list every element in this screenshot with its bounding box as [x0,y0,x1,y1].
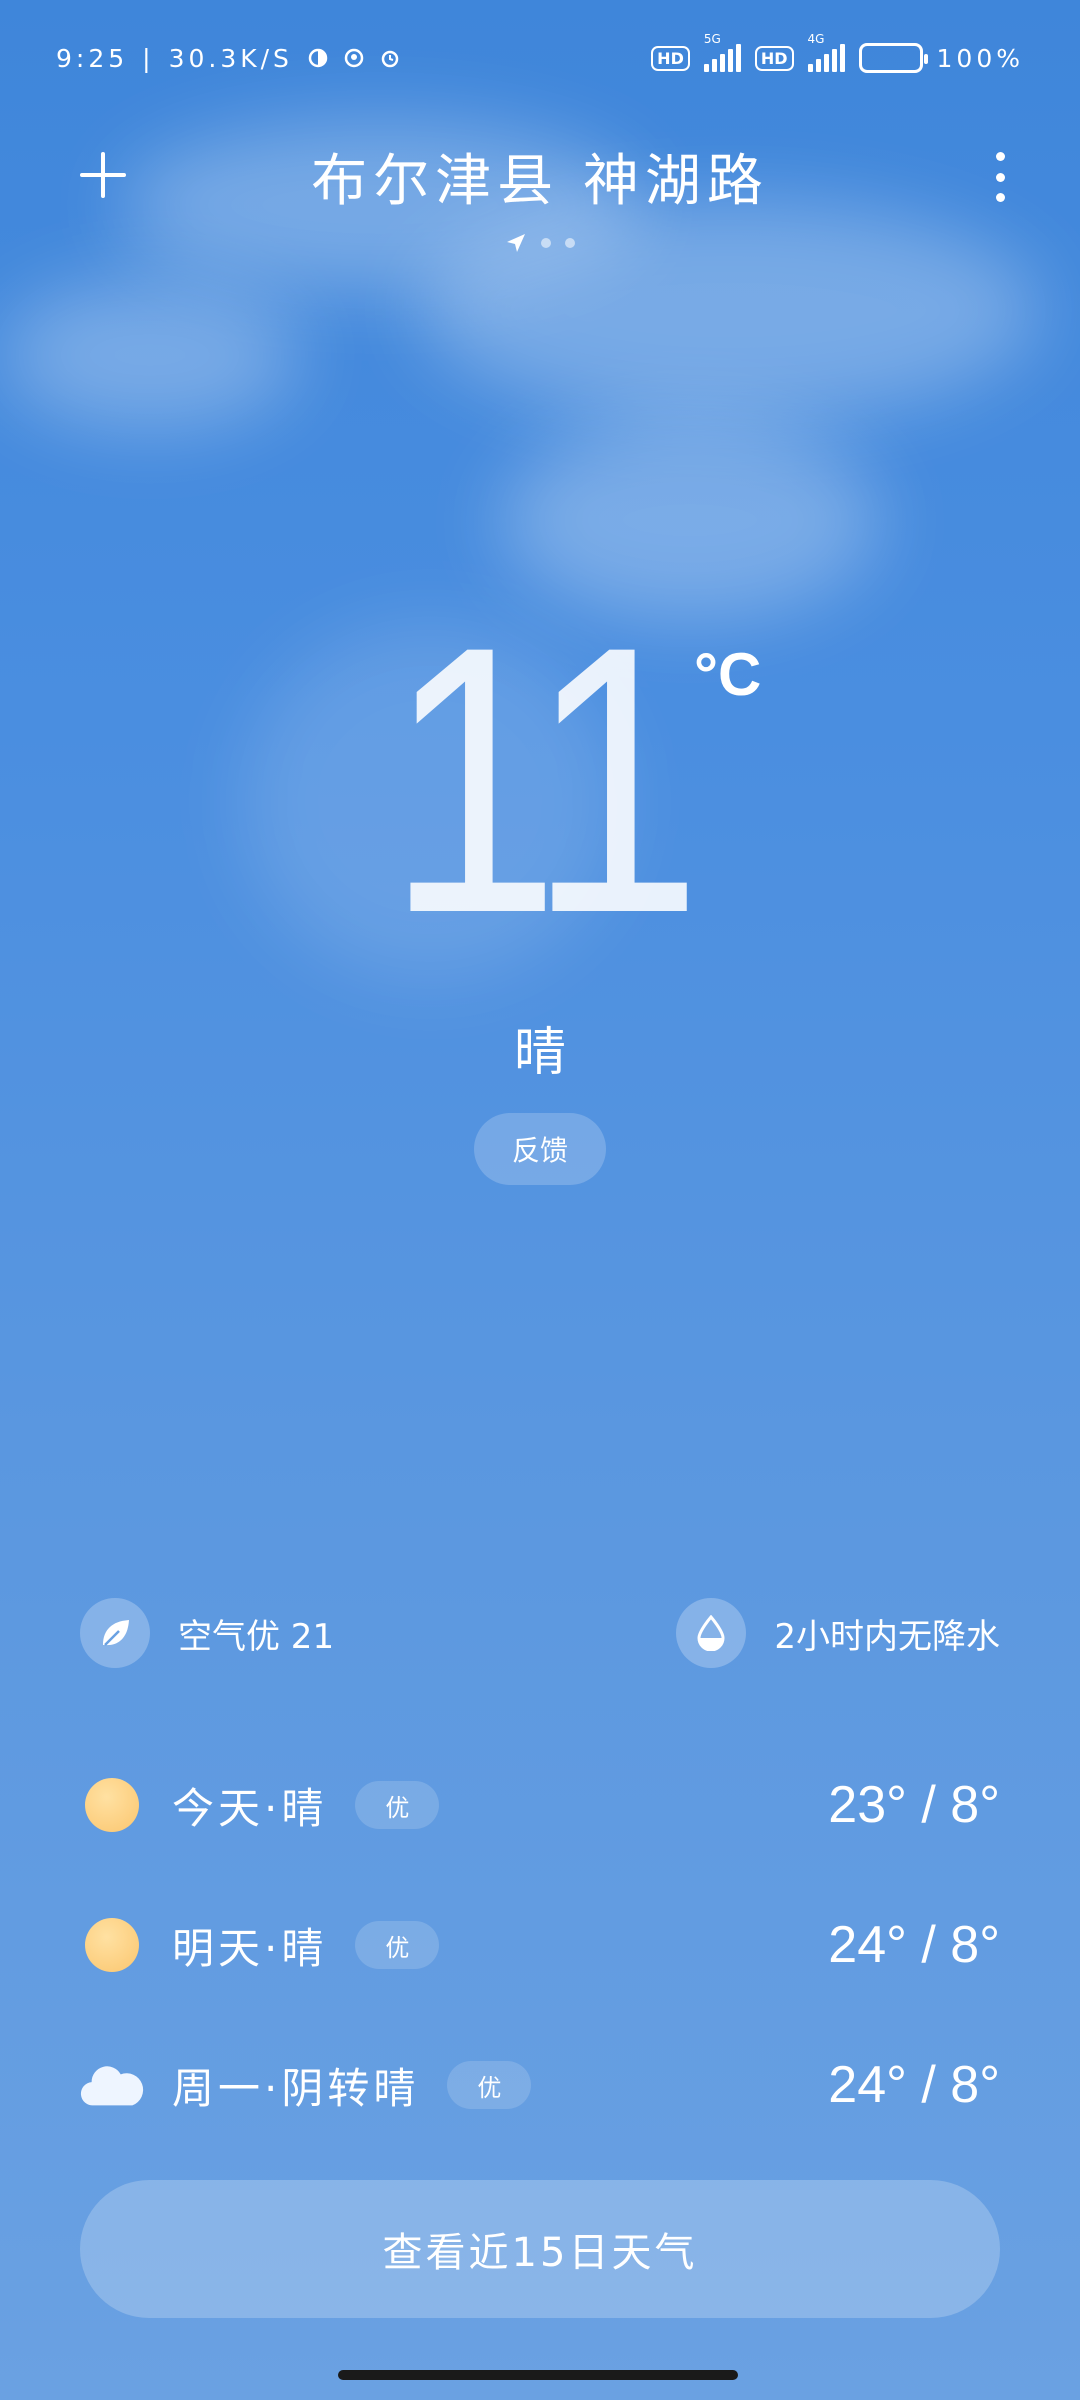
forecast-temp-range: 24° / 8° [828,1916,1000,1974]
signal-5g-label: 5G [703,32,721,46]
weather-condition: 晴 [513,1023,566,1083]
city-page-indicator [0,232,1080,254]
home-indicator[interactable] [338,2370,738,2380]
status-separator: | [142,43,155,73]
vpn-icon [307,47,329,69]
page-dot [565,238,575,248]
forecast-day-label: 明天·晴 [172,1923,328,1973]
sun-icon [80,1913,144,1977]
precipitation-text: 2小时内无降水 [774,1616,1000,1657]
signal-4g-icon: 4G [807,32,845,72]
location-title[interactable]: 布尔津县 神湖路 [0,136,1080,217]
alarm-icon [379,47,401,69]
forecast-row-tomorrow[interactable]: 明天·晴 优 24° / 8° [80,1875,1000,2015]
air-quality-badge: 优 [355,1921,440,1969]
status-time: 9:25 [56,43,129,73]
air-quality-badge: 优 [447,2061,532,2109]
app-notification-icon [343,47,365,69]
cloud-icon [80,2053,144,2117]
feedback-button[interactable]: 反馈 [474,1113,606,1185]
network-speed: 30.3K/S [168,43,293,73]
signal-4g-label: 4G [807,32,825,46]
forecast-day-label: 今天·晴 [172,1783,328,1833]
forecast-temp-range: 24° / 8° [828,2056,1000,2114]
air-quality-badge: 优 [355,1781,440,1829]
precipitation-item[interactable]: 2小时内无降水 [676,1598,1000,1668]
forecast-row-today[interactable]: 今天·晴 优 23° / 8° [80,1735,1000,1875]
temperature-unit: °C [694,641,762,708]
signal-5g-icon: 5G [703,32,741,72]
status-bar: 9:25 | 30.3K/S HD 5G HD 4G 100% [56,32,1024,78]
temperature-value: 11 [386,567,701,992]
sun-icon [80,1773,144,1837]
info-row: 空气优 21 2小时内无降水 [80,1598,1000,1668]
hd-voice-icon-2: HD [754,45,794,71]
hd-voice-icon: HD [651,45,690,71]
page-dot [541,238,551,248]
battery-icon [858,43,928,73]
view-15-day-forecast-button[interactable]: 查看近15日天气 [80,2180,1000,2318]
current-temperature: 11 °C [0,590,1080,970]
forecast-row-monday[interactable]: 周一·阴转晴 优 24° / 8° [80,2015,1000,2155]
current-location-icon [507,234,525,252]
forecast-day-label: 周一·阴转晴 [172,2063,420,2113]
battery-percent: 100% [936,43,1024,73]
water-drop-icon [676,1598,747,1668]
air-quality-text: 空气优 21 [178,1616,335,1657]
forecast-list: 今天·晴 优 23° / 8° 明天·晴 优 24° / 8° 周一·阴转晴 优… [80,1735,1000,2155]
more-options-button[interactable] [990,152,1010,202]
leaf-icon [80,1598,150,1668]
air-quality-item[interactable]: 空气优 21 [80,1598,334,1668]
forecast-temp-range: 23° / 8° [828,1776,1000,1834]
